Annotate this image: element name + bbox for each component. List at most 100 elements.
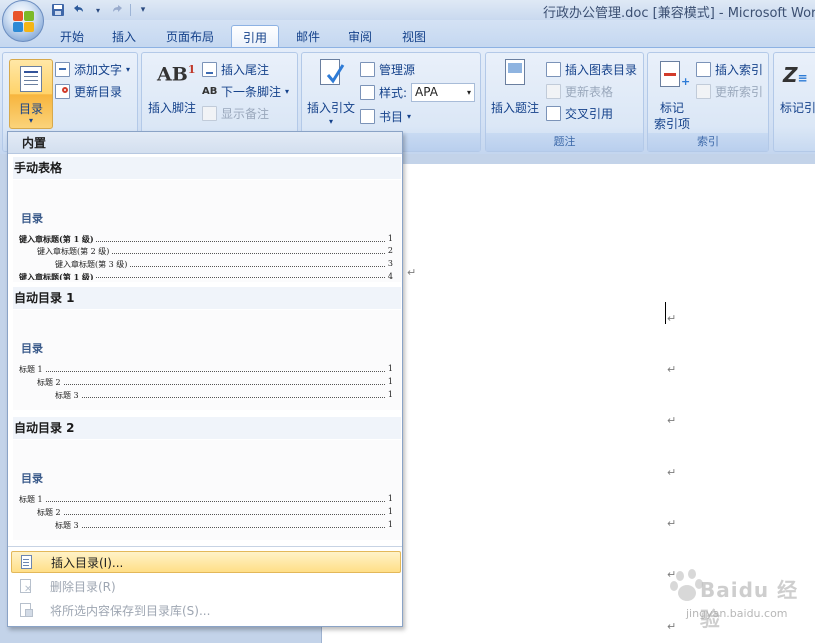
mark-entry-button[interactable]: + 标记 索引项: [650, 57, 694, 131]
toc-line-text: 键入章标题(第 1 级): [19, 272, 96, 280]
toc-line-page: 1: [385, 390, 393, 399]
dropdown-arrow-icon[interactable]: ▾: [90, 2, 106, 18]
insert-toc-menu-item[interactable]: 插入目录(I)...: [11, 551, 401, 573]
toc-preview-line: 键入章标题(第 2 级) 2: [37, 246, 393, 256]
save-to-gallery-icon: [18, 602, 34, 618]
table-of-figures-icon: [546, 61, 561, 77]
table-of-authorities-group: Z≡ 标记引: [773, 52, 815, 152]
mark-citation-button[interactable]: Z≡ 标记引: [778, 57, 815, 115]
caption-group: 插入题注 插入图表目录 更新表格 交叉引用 题注: [485, 52, 644, 152]
add-text-icon: [55, 61, 70, 77]
show-notes-label: 显示备注: [221, 106, 270, 121]
update-index-button[interactable]: 更新索引: [696, 81, 763, 101]
toc-preview-line: 标题 2 1: [37, 507, 393, 517]
insert-endnote-button[interactable]: 插入尾注: [202, 59, 269, 79]
toc-preview-line: 标题 1 1: [19, 494, 393, 504]
index-group-label: 索引: [648, 133, 768, 151]
mark-entry-icon: +: [657, 57, 690, 89]
toc-line-leader: [19, 371, 393, 372]
style-selector[interactable]: 样式: APA ▾: [360, 82, 476, 102]
insert-table-of-figures-button[interactable]: 插入图表目录: [546, 59, 637, 79]
paragraph-mark: ↵: [407, 266, 417, 279]
title-bar: ▾ ▾ 行政办公管理.doc [兼容模式] - Microsoft Wor: [0, 0, 815, 21]
tab-view[interactable]: 视图: [394, 25, 434, 48]
toc-preview-line: 标题 3 1: [55, 520, 393, 530]
insert-footnote-label: 插入脚注: [147, 101, 196, 115]
toc-line-page: 4: [385, 272, 393, 280]
tab-review[interactable]: 审阅: [340, 25, 380, 48]
toc-line-leader: [37, 384, 393, 385]
toc-line-text: 键入章标题(第 2 级): [37, 247, 112, 256]
insert-index-label: 插入索引: [715, 62, 764, 77]
mark-entry-label-line2: 索引项: [653, 117, 690, 131]
add-text-label: 添加文字: [74, 62, 123, 77]
office-button[interactable]: [2, 0, 44, 42]
caption-group-label: 题注: [486, 133, 643, 151]
insert-caption-label: 插入题注: [490, 101, 539, 115]
insert-caption-button[interactable]: 插入题注: [489, 57, 541, 115]
toc-line-page: 1: [385, 364, 393, 373]
toc-line-page: 1: [385, 494, 393, 503]
gallery-entry-auto-toc-1[interactable]: 目录 标题 1 1 标题 2 1 标题 3 1: [13, 310, 401, 410]
chevron-down-icon: ▾: [285, 86, 290, 96]
update-table-button[interactable]: 更新表格: [546, 81, 613, 101]
toc-line-page: 2: [385, 246, 393, 255]
remove-toc-menu-item[interactable]: ✕ 删除目录(R): [11, 575, 401, 597]
toc-preview-line: 键入章标题(第 1 级) 4: [19, 272, 393, 280]
watermark-text: Baidu 经验: [700, 578, 799, 631]
toc-line-page: 3: [385, 259, 393, 268]
update-toc-button[interactable]: 更新目录: [55, 81, 122, 101]
toc-icon: [20, 66, 42, 92]
customize-toolbar-icon[interactable]: ▾: [135, 2, 151, 18]
update-index-icon: [696, 83, 711, 99]
bibliography-button[interactable]: 书目 ▾: [360, 106, 411, 126]
paragraph-mark: ↵: [667, 466, 677, 479]
tab-page-layout[interactable]: 页面布局: [156, 25, 224, 48]
gallery-entry-auto-toc-2[interactable]: 目录 标题 1 1 标题 2 1 标题 3 1: [13, 440, 401, 540]
tab-insert[interactable]: 插入: [104, 25, 144, 48]
toc-line-leader: [55, 397, 393, 398]
chevron-down-icon: ▾: [467, 87, 472, 97]
toc-line-text: 标题 3: [55, 391, 81, 400]
style-dropdown[interactable]: APA ▾: [411, 82, 476, 102]
toc-line-text: 标题 3: [55, 521, 81, 530]
insert-citation-icon: [316, 57, 346, 89]
save-selection-label: 将所选内容保存到目录库(S)...: [50, 603, 211, 618]
save-icon[interactable]: [50, 2, 66, 18]
gallery-entry-title: 手动表格: [13, 157, 401, 179]
cross-reference-button[interactable]: 交叉引用: [546, 103, 613, 123]
show-notes-button[interactable]: 显示备注: [202, 103, 269, 123]
insert-index-button[interactable]: 插入索引: [696, 59, 763, 79]
toc-line-text: 键入章标题(第 3 级): [55, 260, 130, 269]
tab-references[interactable]: 引用: [231, 25, 279, 48]
mark-citation-label: 标记引: [779, 101, 815, 115]
toc-line-page: 1: [385, 520, 393, 529]
redo-icon[interactable]: [110, 2, 126, 18]
gallery-entry-title: 自动目录 2: [13, 417, 401, 439]
toc-line-page: 1: [385, 507, 393, 516]
text-cursor: [665, 302, 666, 324]
paragraph-mark: ↵: [667, 517, 677, 530]
tab-mailings[interactable]: 邮件: [288, 25, 328, 48]
manage-sources-label: 管理源: [379, 62, 416, 77]
manage-sources-button[interactable]: 管理源: [360, 59, 415, 79]
insert-citation-button[interactable]: 插入引文 ▾: [305, 57, 357, 126]
toc-line-text: 标题 2: [37, 378, 63, 387]
toc-preview-line: 键入章标题(第 1 级) 1: [19, 234, 393, 244]
style-label: 样式:: [379, 85, 408, 100]
update-table-label: 更新表格: [565, 84, 614, 99]
add-text-button[interactable]: 添加文字 ▾: [55, 59, 130, 79]
save-selection-to-toc-gallery-menu-item[interactable]: 将所选内容保存到目录库(S)...: [11, 599, 401, 621]
tab-home[interactable]: 开始: [52, 25, 92, 48]
style-value: APA: [415, 85, 438, 99]
manage-sources-icon: [360, 61, 375, 77]
chevron-down-icon: ▾: [126, 64, 131, 74]
gallery-entry-manual-table[interactable]: 目录 键入章标题(第 1 级) 1 键入章标题(第 2 级) 2 键入章标题(第 3…: [13, 180, 401, 282]
toc-button[interactable]: 目录 ▾: [9, 59, 53, 129]
insert-footnote-button[interactable]: AB1 插入脚注: [147, 57, 197, 115]
chevron-down-icon: ▾: [328, 117, 333, 126]
office-logo-icon: [13, 11, 35, 33]
show-notes-icon: [202, 105, 217, 121]
next-footnote-button[interactable]: AB 下一条脚注 ▾: [202, 81, 289, 101]
undo-icon[interactable]: [70, 2, 86, 18]
